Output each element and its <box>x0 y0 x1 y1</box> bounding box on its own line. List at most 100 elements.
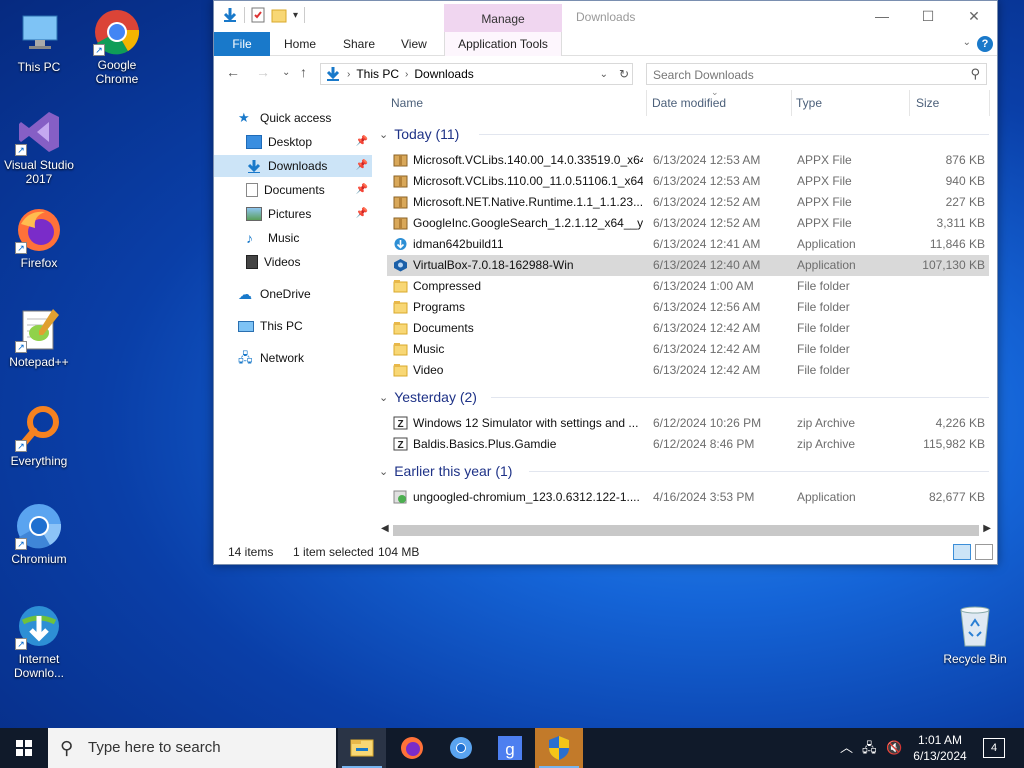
manage-context-tab[interactable]: Manage <box>444 4 562 32</box>
file-type: File folder <box>797 321 850 335</box>
qat-dropdown-icon[interactable]: ▾ <box>293 10 298 21</box>
help-button[interactable]: ? <box>977 36 993 52</box>
pin-icon[interactable]: 📌 <box>356 179 368 201</box>
file-row[interactable]: Z Windows 12 Simulator with settings and … <box>387 413 989 434</box>
column-header-date[interactable]: Date modified <box>652 96 726 112</box>
show-hidden-icons-chevron-icon[interactable]: ︿ <box>840 728 853 768</box>
file-row[interactable]: VirtualBox-7.0.18-162988-Win 6/13/2024 12… <box>387 255 989 276</box>
column-divider[interactable] <box>791 90 792 116</box>
taskbar-uac-prompt[interactable] <box>535 728 583 768</box>
download-arrow-icon[interactable] <box>222 7 238 23</box>
close-button[interactable]: ✕ <box>951 1 997 32</box>
scroll-right-arrow-icon[interactable]: ▶ <box>983 523 991 534</box>
group-header[interactable]: ⌄ Today (11) <box>379 124 989 144</box>
file-row[interactable]: Programs 6/13/2024 12:56 AM File folder <box>387 297 989 318</box>
file-row[interactable]: Microsoft.VCLibs.140.00_14.0.33519.0_x64… <box>387 150 989 171</box>
column-divider[interactable] <box>909 90 910 116</box>
properties-icon[interactable] <box>251 7 265 23</box>
group-header[interactable]: ⌄ Yesterday (2) <box>379 387 989 407</box>
file-explorer-window[interactable]: ▾ Manage Downloads — ☐ ✕ File Home Share… <box>213 0 998 565</box>
breadcrumb-this-pc[interactable]: This PC <box>356 67 399 81</box>
back-arrow-icon[interactable]: ← <box>226 64 240 80</box>
taskbar-file-explorer[interactable] <box>338 728 386 768</box>
horizontal-scrollbar[interactable]: ◀ ▶ <box>379 522 993 539</box>
nav-quick-access[interactable]: ★ Quick access <box>214 107 372 129</box>
file-row[interactable]: idman642build11 6/13/2024 12:41 AM Applica… <box>387 234 989 255</box>
file-date-modified: 6/13/2024 12:42 AM <box>653 363 761 377</box>
file-row[interactable]: Microsoft.VCLibs.110.00_11.0.51106.1_x64… <box>387 171 989 192</box>
column-divider[interactable] <box>646 90 647 116</box>
refresh-icon[interactable]: ↻ <box>615 63 633 85</box>
forward-arrow-icon[interactable]: → <box>256 64 270 80</box>
tab-file[interactable]: File <box>214 32 270 56</box>
file-row[interactable]: Compressed 6/13/2024 1:00 AM File folder <box>387 276 989 297</box>
recent-locations-icon[interactable]: ⌄ <box>282 67 290 78</box>
column-divider[interactable] <box>989 90 990 116</box>
details-view-button[interactable] <box>953 544 971 560</box>
minimize-button[interactable]: — <box>859 1 905 32</box>
address-bar[interactable]: › This PC › Downloads ⌄ <box>320 63 633 85</box>
up-arrow-icon[interactable]: ↑ <box>300 64 307 80</box>
nav-this-pc[interactable]: This PC <box>214 315 372 337</box>
desktop-icon-visual-studio[interactable]: ↗ Visual Studio 2017 <box>0 108 79 186</box>
taskbar-search-input[interactable]: ⚲ Type here to search <box>48 728 336 768</box>
desktop-icon-google-chrome[interactable]: ↗ Google Chrome <box>77 8 157 86</box>
start-button[interactable] <box>0 728 48 768</box>
taskbar-chromium[interactable] <box>437 728 485 768</box>
column-header-type[interactable]: Type <box>796 96 822 112</box>
nav-onedrive[interactable]: ☁ OneDrive <box>214 283 372 305</box>
tab-home[interactable]: Home <box>284 32 316 56</box>
breadcrumb-downloads[interactable]: Downloads <box>414 67 473 81</box>
search-input[interactable]: Search Downloads ⚲ <box>646 63 987 85</box>
taskbar-google-search[interactable]: g <box>486 728 534 768</box>
desktop-icon-internet-download-manager[interactable]: ↗ Internet Downlo... <box>0 602 79 680</box>
column-header-name[interactable]: Name <box>391 96 423 112</box>
title-bar[interactable]: ▾ Manage Downloads — ☐ ✕ <box>214 1 997 32</box>
tab-view[interactable]: View <box>401 32 427 56</box>
file-row[interactable]: Video 6/13/2024 12:42 AM File folder <box>387 360 989 381</box>
notification-center-button[interactable]: 4 <box>983 738 1005 758</box>
scroll-left-arrow-icon[interactable]: ◀ <box>381 523 389 534</box>
column-header-size[interactable]: Size <box>916 96 939 112</box>
pin-icon[interactable]: 📌 <box>356 155 368 177</box>
file-row[interactable]: ungoogled-chromium_123.0.6312.122-1.... 4… <box>387 487 989 508</box>
file-row[interactable]: Music 6/13/2024 12:42 AM File folder <box>387 339 989 360</box>
new-folder-icon[interactable] <box>271 7 287 23</box>
nav-network[interactable]: 🖧 Network <box>214 347 372 369</box>
nav-item-downloads[interactable]: Downloads 📌 <box>214 155 372 177</box>
desktop-icon-chromium[interactable]: ↗ Chromium <box>0 502 79 566</box>
tab-application-tools[interactable]: Application Tools <box>444 32 562 56</box>
desktop-icon-this-pc[interactable]: This PC <box>0 10 79 74</box>
network-status-icon[interactable]: 🖧 <box>862 728 877 768</box>
large-icons-view-button[interactable] <box>975 544 993 560</box>
address-dropdown-icon[interactable]: ⌄ <box>600 69 608 80</box>
nav-item-documents[interactable]: Documents 📌 <box>214 179 372 201</box>
file-row[interactable]: Microsoft.NET.Native.Runtime.1.1_1.1.23.… <box>387 192 989 213</box>
maximize-button[interactable]: ☐ <box>905 1 951 32</box>
nav-item-videos[interactable]: Videos <box>214 251 372 273</box>
desktop-icon-everything[interactable]: ↗ Everything <box>0 404 79 468</box>
pin-icon[interactable]: 📌 <box>356 131 368 153</box>
group-header[interactable]: ⌄ Earlier this year (1) <box>379 461 989 481</box>
expand-ribbon-icon[interactable]: ⌄ <box>963 37 971 48</box>
desktop-icon-firefox[interactable]: ↗ Firefox <box>0 206 79 270</box>
pin-icon[interactable]: 📌 <box>356 203 368 225</box>
file-list[interactable]: Name Date modified ⌄ Type Size ⌄ Today (1… <box>379 87 990 534</box>
scrollbar-thumb[interactable] <box>393 525 979 536</box>
nav-item-pictures[interactable]: Pictures 📌 <box>214 203 372 225</box>
nav-item-desktop[interactable]: Desktop 📌 <box>214 131 372 153</box>
desktop-icon-notepad-plus-plus[interactable]: ↗ Notepad++ <box>0 305 79 369</box>
file-row[interactable]: Z Baldis.Basics.Plus.Gamdie 6/12/2024 8:46… <box>387 434 989 455</box>
taskbar-firefox[interactable] <box>388 728 436 768</box>
file-row[interactable]: Documents 6/13/2024 12:42 AM File folder <box>387 318 989 339</box>
collapse-chevron-icon[interactable]: ⌄ <box>379 391 388 404</box>
tab-share[interactable]: Share <box>343 32 375 56</box>
desktop-icon-recycle-bin[interactable]: Recycle Bin <box>935 602 1015 666</box>
collapse-chevron-icon[interactable]: ⌄ <box>379 128 388 141</box>
nav-item-music[interactable]: ♪ Music <box>214 227 372 249</box>
collapse-chevron-icon[interactable]: ⌄ <box>379 465 388 478</box>
navigation-pane: ★ Quick access Desktop 📌 Downloads 📌 Doc… <box>214 96 372 540</box>
taskbar-clock[interactable]: 1:01 AM 6/13/2024 <box>910 732 970 764</box>
volume-muted-icon[interactable]: 🔇 <box>886 728 902 768</box>
file-row[interactable]: GoogleInc.GoogleSearch_1.2.1.12_x64__yf.… <box>387 213 989 234</box>
